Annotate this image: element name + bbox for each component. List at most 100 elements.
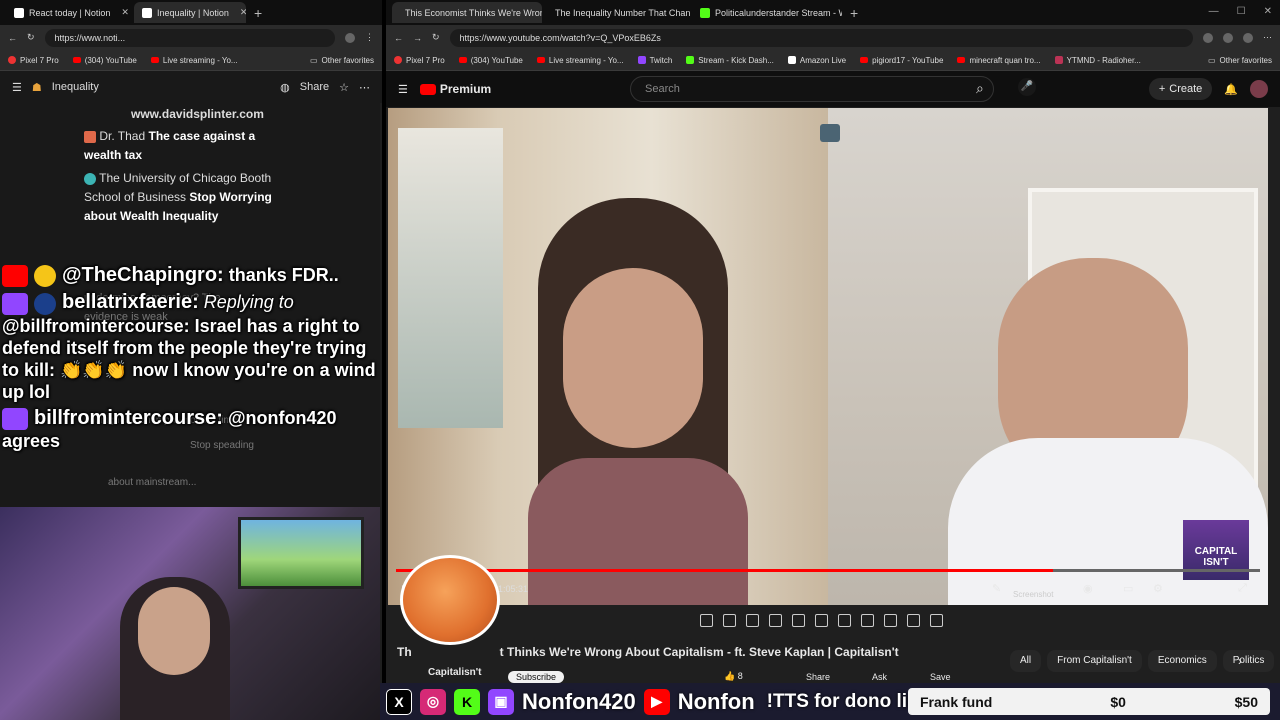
bookmark-other[interactable]: ▭ Other favorites — [310, 56, 374, 65]
bookmark-item[interactable]: Pixel 7 Pro — [394, 56, 445, 65]
youtube-logo[interactable]: Premium — [419, 82, 491, 96]
bookmark-youtube[interactable]: (304) YouTube — [72, 56, 137, 65]
pen-icon[interactable]: ✎ — [992, 582, 1001, 595]
tab-politicalunderstander[interactable]: Politicalunderstander Stream - W✕ — [692, 2, 842, 23]
twitch-badge-icon — [2, 292, 28, 315]
loop-icon[interactable] — [700, 614, 713, 627]
reload-icon[interactable]: ↻ — [432, 32, 440, 43]
autoplay-toggle-icon[interactable]: ◉ — [1083, 582, 1093, 595]
chip-from-channel[interactable]: From Capitalisn't — [1047, 650, 1142, 672]
extension-icon[interactable] — [1223, 32, 1233, 43]
tab-inequality-number[interactable]: The Inequality Number That Chan✕ — [542, 2, 692, 23]
chip-politics[interactable]: Politics — [1222, 650, 1275, 672]
bookmark-label: Other favorites — [1219, 55, 1272, 65]
minimize-icon[interactable]: — — [1209, 6, 1219, 17]
shrimp-sticker — [400, 555, 500, 645]
reference-item[interactable]: Dr. Thad The case against a wealth tax — [84, 127, 284, 165]
close-window-icon[interactable]: ✕ — [1264, 6, 1272, 17]
share-button[interactable]: Share — [300, 81, 329, 93]
bookmark-pixel[interactable]: Pixel 7 Pro — [8, 56, 59, 65]
snapshot-icon[interactable] — [884, 614, 897, 627]
like-button[interactable]: 👍 8 — [724, 671, 743, 682]
audio-icon[interactable] — [723, 614, 736, 627]
more-icon[interactable]: ⋯ — [1263, 32, 1272, 43]
search-input[interactable]: Search — [630, 76, 994, 102]
progress-bar[interactable] — [396, 569, 1260, 572]
subscribe-button[interactable]: Subscribe — [508, 671, 565, 683]
avatar[interactable] — [1250, 80, 1268, 98]
settings-icon[interactable]: ⚙ — [1153, 582, 1163, 595]
new-tab-icon[interactable]: + — [850, 5, 858, 21]
speed-icon[interactable] — [838, 614, 851, 627]
chip-economics[interactable]: Economics — [1147, 650, 1217, 672]
back-icon[interactable]: ← — [8, 33, 17, 43]
reference-item[interactable]: The University of Chicago Booth School o… — [84, 169, 294, 226]
bookmark-item[interactable]: YTMND - Radioher... — [1054, 56, 1141, 65]
extension-icon[interactable] — [345, 32, 355, 43]
reload-icon[interactable]: ↻ — [27, 32, 35, 43]
folder-icon: ▭ — [1207, 55, 1216, 65]
search-icon[interactable]: ⌕ — [976, 80, 984, 97]
tab-inequality[interactable]: Inequality | Notion ✕ — [134, 2, 246, 23]
camera-icon[interactable] — [820, 124, 840, 142]
bookmark-item[interactable]: Live streaming - Yo... — [536, 56, 624, 65]
new-tab-icon[interactable]: + — [254, 5, 262, 21]
ask-button[interactable]: Ask — [872, 672, 887, 682]
notion-icon — [14, 7, 24, 18]
bookmark-label: Other favorites — [321, 55, 374, 65]
more-icon[interactable]: ⋮ — [365, 32, 374, 43]
forward-icon[interactable]: → — [413, 33, 422, 43]
chevron-right-icon[interactable]: › — [1238, 654, 1242, 668]
bookmark-item[interactable]: Twitch — [637, 56, 672, 65]
more-icon[interactable]: ⋯ — [359, 81, 370, 94]
left-bookmarks-bar: Pixel 7 Pro (304) YouTube Live streaming… — [0, 50, 382, 71]
film-icon[interactable] — [769, 614, 782, 627]
booth-icon — [84, 172, 96, 185]
profile-avatar[interactable] — [1243, 32, 1253, 43]
bookmark-item[interactable]: Amazon Live — [787, 56, 846, 65]
create-button[interactable]: + Create — [1148, 78, 1213, 100]
gear-icon[interactable] — [930, 614, 943, 627]
bookmark-item[interactable]: minecraft quan tro... — [957, 56, 1041, 65]
maximize-icon[interactable]: ☐ — [1237, 6, 1246, 17]
folder-icon: ▭ — [309, 55, 318, 65]
mic-icon[interactable]: 🎤 — [1018, 78, 1036, 96]
extension-icon[interactable] — [1203, 32, 1213, 43]
guide-menu-icon[interactable]: ☰ — [398, 83, 408, 96]
captions-icon[interactable]: ▭ — [1123, 582, 1133, 595]
bell-icon[interactable]: 🔔 — [1224, 83, 1238, 96]
bookmark-label: Live streaming - Yo... — [162, 55, 238, 65]
tab-react-today[interactable]: React today | Notion ✕ — [6, 2, 134, 23]
youtube-icon — [72, 57, 81, 63]
flask-icon[interactable] — [907, 614, 920, 627]
breadcrumb[interactable]: Inequality — [52, 81, 99, 93]
tab-title: Politicalunderstander Stream - W — [715, 7, 842, 18]
tab-economist[interactable]: This Economist Thinks We're Wron✕ — [392, 2, 542, 23]
save-button[interactable]: Save — [930, 672, 951, 682]
window-background — [398, 128, 503, 428]
star-icon[interactable]: ☆ — [339, 81, 349, 94]
video-player[interactable]: CAPITAL ISN'T ▶ 1:05:31 ✎ Screenshot ◉ ▭… — [388, 108, 1268, 605]
popout-icon[interactable] — [792, 614, 805, 627]
list-icon[interactable] — [815, 614, 828, 627]
channel-name[interactable]: Capitalisn't — [428, 667, 482, 678]
eye-icon[interactable] — [746, 614, 759, 627]
chip-all[interactable]: All — [1010, 650, 1042, 672]
bookmark-live[interactable]: Live streaming - Yo... — [150, 55, 238, 65]
share-button[interactable]: Share — [806, 672, 830, 682]
fit-icon[interactable] — [861, 614, 874, 627]
bookmark-item[interactable]: Stream - Kick Dash... — [686, 56, 774, 65]
close-icon[interactable]: ✕ — [115, 7, 129, 18]
menu-icon[interactable]: ☰ — [12, 81, 22, 94]
fullscreen-icon[interactable]: ⤢ — [1238, 582, 1247, 595]
bookmark-other[interactable]: ▭ Other favorites — [1208, 56, 1272, 65]
url-field[interactable]: https://www.youtube.com/watch?v=Q_VPoxEB… — [449, 28, 1193, 47]
link-text[interactable]: www.davidsplinter.com — [131, 105, 264, 124]
right-address-bar: ← → ↻ https://www.youtube.com/watch?v=Q_VP… — [386, 25, 1280, 50]
bookmark-item[interactable]: (304) YouTube — [458, 56, 523, 65]
instagram-icon: ◎ — [420, 688, 446, 715]
back-icon[interactable]: ← — [394, 33, 403, 43]
bookmark-item[interactable]: pigiord17 - YouTube — [860, 56, 943, 65]
close-icon[interactable]: ✕ — [234, 7, 246, 18]
url-field[interactable]: https://www.noti... — [44, 28, 335, 47]
